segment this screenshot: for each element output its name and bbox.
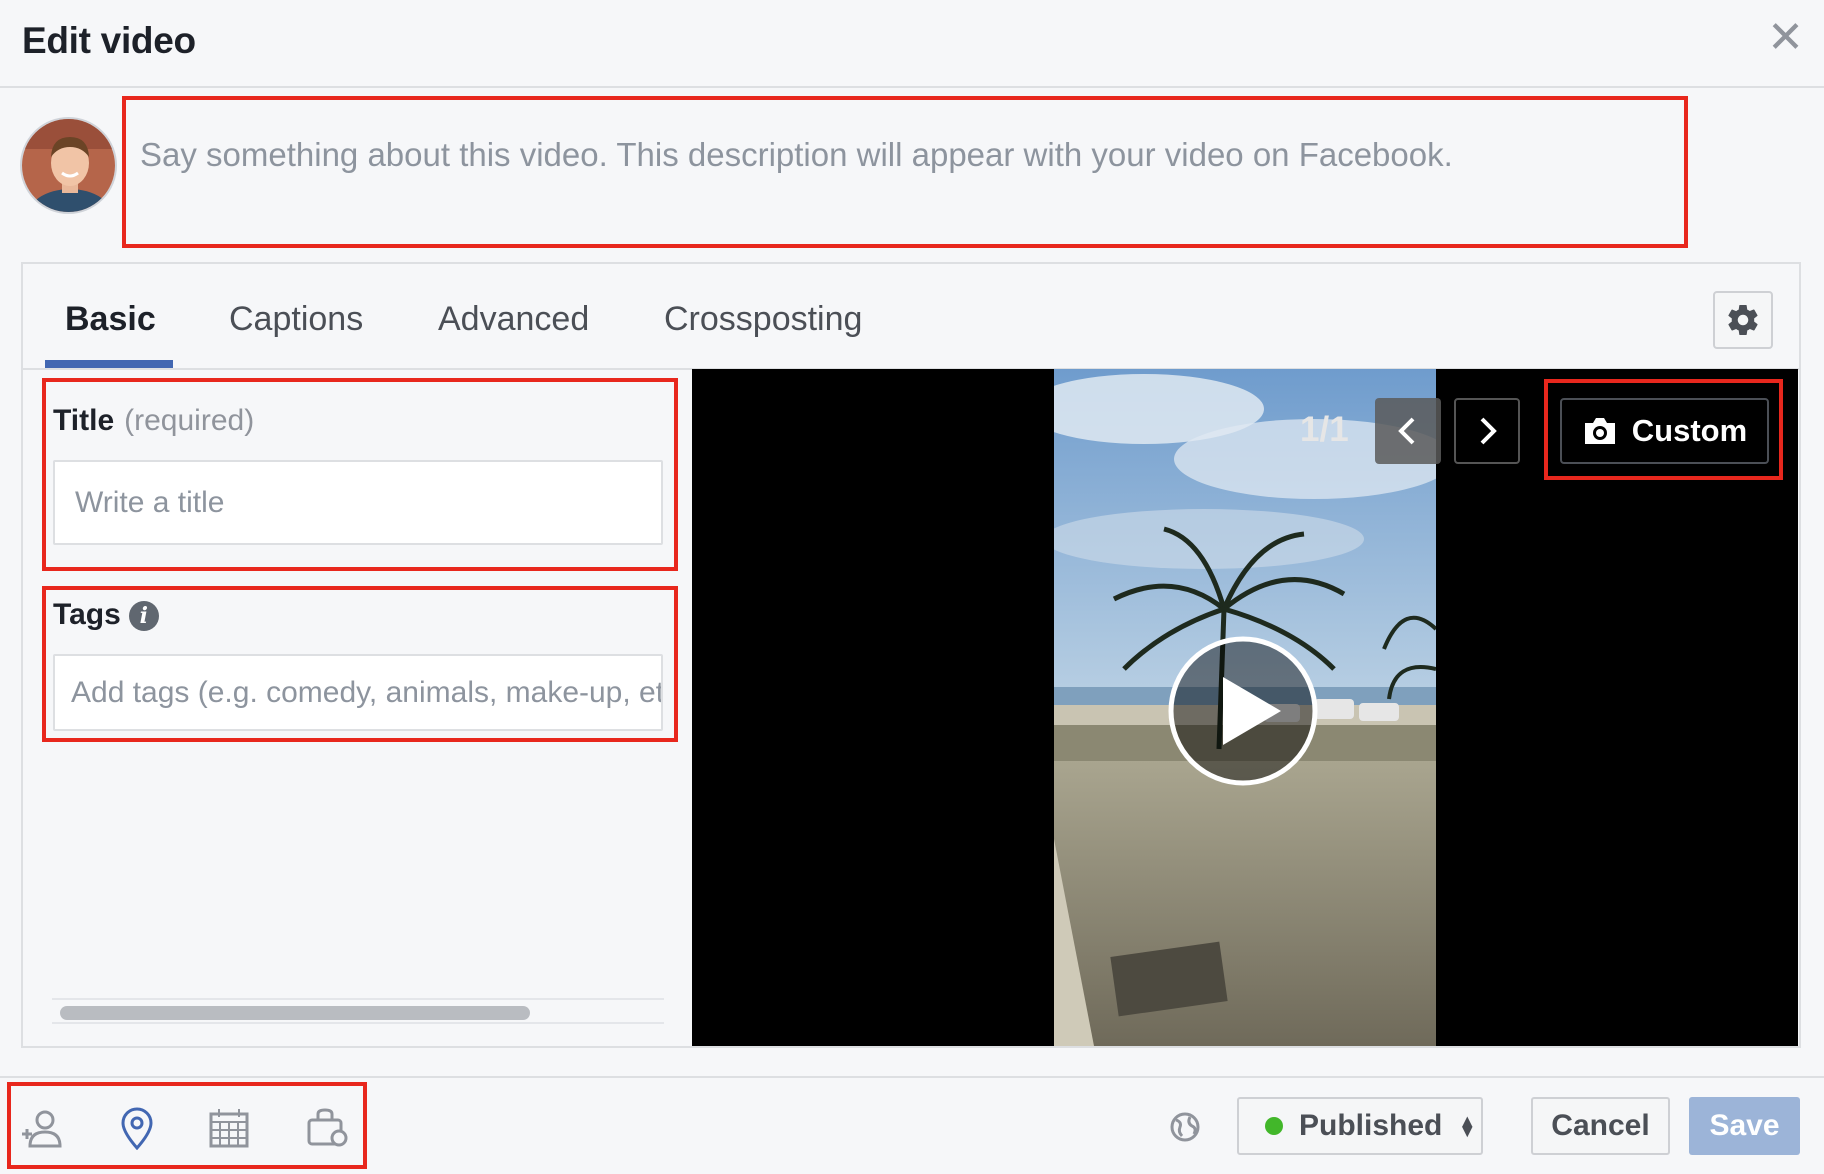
location-pin-icon[interactable] (115, 1106, 159, 1150)
next-thumbnail-button[interactable] (1454, 398, 1520, 464)
previous-thumbnail-button[interactable] (1375, 398, 1441, 464)
sort-arrows-icon: ▲ ▼ (1458, 1111, 1477, 1141)
info-icon[interactable]: i (128, 601, 159, 632)
tab-bar: Basic Captions Advanced Crossposting (23, 264, 1799, 370)
calendar-icon[interactable] (207, 1106, 251, 1150)
title-placeholder: Write a title (75, 485, 225, 519)
camera-icon (1584, 418, 1615, 444)
scrollbar-thumb[interactable] (60, 1006, 530, 1020)
close-icon[interactable]: ✕ (1767, 16, 1804, 60)
gear-icon (1728, 305, 1758, 336)
custom-label: Custom (1631, 413, 1748, 448)
tab-crossposting[interactable]: Crossposting (664, 300, 862, 339)
dialog-title: Edit video (22, 20, 196, 61)
description-placeholder: Say something about this video. This des… (140, 136, 1453, 173)
avatar (20, 117, 117, 214)
globe-icon[interactable] (1170, 1112, 1200, 1142)
form-scrollbar[interactable] (52, 998, 664, 1024)
title-label-text: Title (53, 404, 115, 437)
tab-basic[interactable]: Basic (65, 300, 156, 339)
tags-input[interactable]: Add tags (e.g. comedy, animals, make-up,… (53, 654, 663, 731)
description-input[interactable]: Say something about this video. This des… (122, 96, 1688, 248)
feeling-bag-icon[interactable] (305, 1106, 349, 1150)
tags-placeholder: Add tags (e.g. comedy, animals, make-up,… (71, 675, 663, 709)
settings-button[interactable] (1713, 291, 1773, 349)
status-dot (1265, 1117, 1283, 1135)
status-label: Published (1299, 1109, 1443, 1142)
title-required-hint: (required) (124, 404, 255, 437)
tag-people-icon[interactable] (20, 1106, 64, 1150)
chevron-right-icon (1480, 417, 1497, 445)
active-tab-indicator (45, 360, 173, 368)
tab-advanced[interactable]: Advanced (438, 300, 589, 339)
title-input[interactable]: Write a title (53, 460, 663, 545)
tags-label: Tags i (53, 598, 159, 632)
publish-status-dropdown[interactable]: Published ▲ ▼ (1237, 1097, 1483, 1155)
save-button[interactable]: Save (1689, 1097, 1800, 1155)
chevron-left-icon (1398, 417, 1415, 445)
dialog-header: Edit video ✕ (0, 0, 1824, 88)
tags-label-text: Tags (53, 598, 121, 631)
thumbnail-counter: 1/1 (1300, 410, 1349, 449)
tab-captions[interactable]: Captions (229, 300, 363, 339)
title-label: Title (required) (53, 404, 254, 438)
play-icon[interactable] (1167, 635, 1319, 787)
custom-thumbnail-button[interactable]: Custom (1560, 398, 1769, 464)
cancel-button[interactable]: Cancel (1531, 1097, 1670, 1155)
